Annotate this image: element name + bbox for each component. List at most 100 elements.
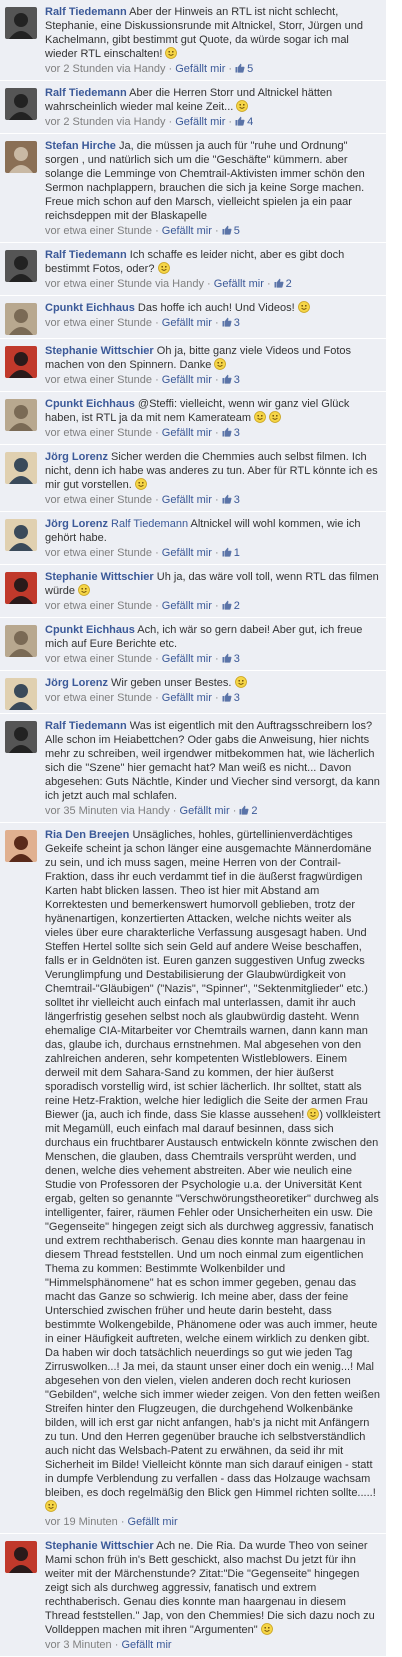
like-count[interactable]: 2 xyxy=(239,805,258,817)
comment-text: Ja, die müssen ja auch für "ruhe und Ord… xyxy=(45,140,365,222)
separator-dot: · xyxy=(211,427,222,439)
comment-author[interactable]: Ralf Tiedemann xyxy=(45,87,127,99)
like-count[interactable]: 5 xyxy=(222,225,240,237)
like-link[interactable]: Gefällt mir xyxy=(121,1639,171,1651)
comment-meta: vor 3 Minuten · Gefällt mir xyxy=(45,1638,381,1653)
comment-author[interactable]: Jörg Lorenz xyxy=(45,451,108,463)
like-link[interactable]: Gefällt mir xyxy=(175,116,225,128)
like-link[interactable]: Gefällt mir xyxy=(162,225,212,237)
separator-dot: · xyxy=(152,225,162,237)
comment-timestamp[interactable]: vor etwa einer Stunde xyxy=(45,547,152,559)
avatar[interactable] xyxy=(5,346,37,378)
avatar[interactable] xyxy=(5,572,37,604)
comment-timestamp[interactable]: vor 19 Minuten xyxy=(45,1516,118,1528)
comment-author[interactable]: Stephanie Wittschier xyxy=(45,345,154,357)
thumbs-up-icon xyxy=(222,547,232,557)
comment-item: Ralf Tiedemann Was ist eigentlich mit de… xyxy=(0,714,386,823)
comment-timestamp[interactable]: vor etwa einer Stunde xyxy=(45,225,152,237)
avatar[interactable] xyxy=(5,721,37,753)
like-count[interactable]: 3 xyxy=(222,653,240,665)
like-link[interactable]: Gefällt mir xyxy=(162,692,212,704)
like-link[interactable]: Gefällt mir xyxy=(162,427,212,439)
comment-author[interactable]: Cpunkt Eichhaus xyxy=(45,398,135,410)
avatar[interactable] xyxy=(5,830,37,862)
avatar[interactable] xyxy=(5,250,37,282)
avatar[interactable] xyxy=(5,303,37,335)
comment-item: Stefan Hirche Ja, die müssen ja auch für… xyxy=(0,134,386,243)
like-count[interactable]: 3 xyxy=(222,374,240,386)
thumbs-up-icon xyxy=(222,494,232,504)
comment-item: Stephanie Wittschier Ach ne. Die Ria. Da… xyxy=(0,1534,386,1657)
like-link[interactable]: Gefällt mir xyxy=(162,374,212,386)
like-link[interactable]: Gefällt mir xyxy=(175,63,225,75)
separator-dot: · xyxy=(152,692,162,704)
tagged-user-link[interactable]: Ralf Tiedemann xyxy=(111,518,188,530)
separator-dot: · xyxy=(111,1639,122,1651)
comment-author[interactable]: Ralf Tiedemann xyxy=(45,6,127,18)
like-link[interactable]: Gefällt mir xyxy=(162,653,212,665)
like-count[interactable]: 2 xyxy=(222,600,240,612)
comment-author[interactable]: Stephanie Wittschier xyxy=(45,571,154,583)
avatar[interactable] xyxy=(5,452,37,484)
comment-timestamp[interactable]: vor etwa einer Stunde xyxy=(45,692,152,704)
like-count[interactable]: 3 xyxy=(222,427,240,439)
avatar[interactable] xyxy=(5,678,37,710)
scrollbar-area xyxy=(386,0,402,1656)
avatar[interactable] xyxy=(5,1541,37,1573)
avatar[interactable] xyxy=(5,7,37,39)
comment-author[interactable]: Ria Den Breejen xyxy=(45,829,129,841)
like-count[interactable]: 3 xyxy=(222,317,240,329)
like-link[interactable]: Gefällt mir xyxy=(162,600,212,612)
comment-item: Jörg Lorenz Sicher werden die Chemmies a… xyxy=(0,445,386,512)
comment-timestamp[interactable]: vor etwa einer Stunde xyxy=(45,600,152,612)
like-link[interactable]: Gefällt mir xyxy=(162,317,212,329)
like-count-number: 5 xyxy=(233,225,240,237)
avatar[interactable] xyxy=(5,141,37,173)
avatar[interactable] xyxy=(5,88,37,120)
comment-author[interactable]: Stefan Hirche xyxy=(45,140,116,152)
like-link[interactable]: Gefällt mir xyxy=(214,278,264,290)
comment-author[interactable]: Cpunkt Eichhaus xyxy=(45,302,135,314)
separator-dot: · xyxy=(169,805,180,817)
comment-item: Stephanie Wittschier Uh ja, das wäre vol… xyxy=(0,565,386,618)
comment-timestamp[interactable]: vor etwa einer Stunde xyxy=(45,374,152,386)
comment-timestamp[interactable]: vor etwa einer Stunde xyxy=(45,494,152,506)
like-link[interactable]: Gefällt mir xyxy=(128,1516,178,1528)
smiley-icon xyxy=(260,1623,273,1635)
comment-author[interactable]: Jörg Lorenz xyxy=(45,677,108,689)
comment-author[interactable]: Ralf Tiedemann xyxy=(45,720,127,732)
comment-timestamp[interactable]: vor 2 Stunden via Handy xyxy=(45,116,165,128)
comment-timestamp[interactable]: vor 35 Minuten via Handy xyxy=(45,805,170,817)
comment-item: Ralf Tiedemann Aber der Hinweis an RTL i… xyxy=(0,0,386,81)
comment-timestamp[interactable]: vor 2 Stunden via Handy xyxy=(45,63,165,75)
like-count[interactable]: 3 xyxy=(222,692,240,704)
avatar[interactable] xyxy=(5,399,37,431)
comment-timestamp[interactable]: vor 3 Minuten xyxy=(45,1639,112,1651)
like-count[interactable]: 5 xyxy=(235,63,253,75)
thumbs-up-icon xyxy=(222,225,232,235)
separator-dot: · xyxy=(211,317,222,329)
like-count[interactable]: 2 xyxy=(274,278,292,290)
comment-timestamp[interactable]: vor etwa einer Stunde xyxy=(45,317,152,329)
like-count-number: 3 xyxy=(233,653,240,665)
comment-timestamp[interactable]: vor etwa einer Stunde via Handy xyxy=(45,278,204,290)
separator-dot: · xyxy=(152,374,162,386)
comment-author[interactable]: Stephanie Wittschier xyxy=(45,1540,154,1552)
like-link[interactable]: Gefällt mir xyxy=(180,805,230,817)
like-link[interactable]: Gefällt mir xyxy=(162,547,212,559)
comment-author[interactable]: Jörg Lorenz xyxy=(45,518,108,530)
like-count[interactable]: 1 xyxy=(222,547,240,559)
comment-author[interactable]: Cpunkt Eichhaus xyxy=(45,624,135,636)
like-link[interactable]: Gefällt mir xyxy=(162,494,212,506)
comment-meta: vor etwa einer Stunde · Gefällt mir · 5 xyxy=(45,224,381,239)
like-count[interactable]: 4 xyxy=(235,116,253,128)
like-count-number: 3 xyxy=(233,494,240,506)
like-count[interactable]: 3 xyxy=(222,494,240,506)
smiley-icon xyxy=(234,676,247,688)
comment-timestamp[interactable]: vor etwa einer Stunde xyxy=(45,427,152,439)
comment-timestamp[interactable]: vor etwa einer Stunde xyxy=(45,653,152,665)
comment-meta: vor etwa einer Stunde via Handy · Gefäll… xyxy=(45,277,381,292)
comment-author[interactable]: Ralf Tiedemann xyxy=(45,249,127,261)
avatar[interactable] xyxy=(5,625,37,657)
avatar[interactable] xyxy=(5,519,37,551)
